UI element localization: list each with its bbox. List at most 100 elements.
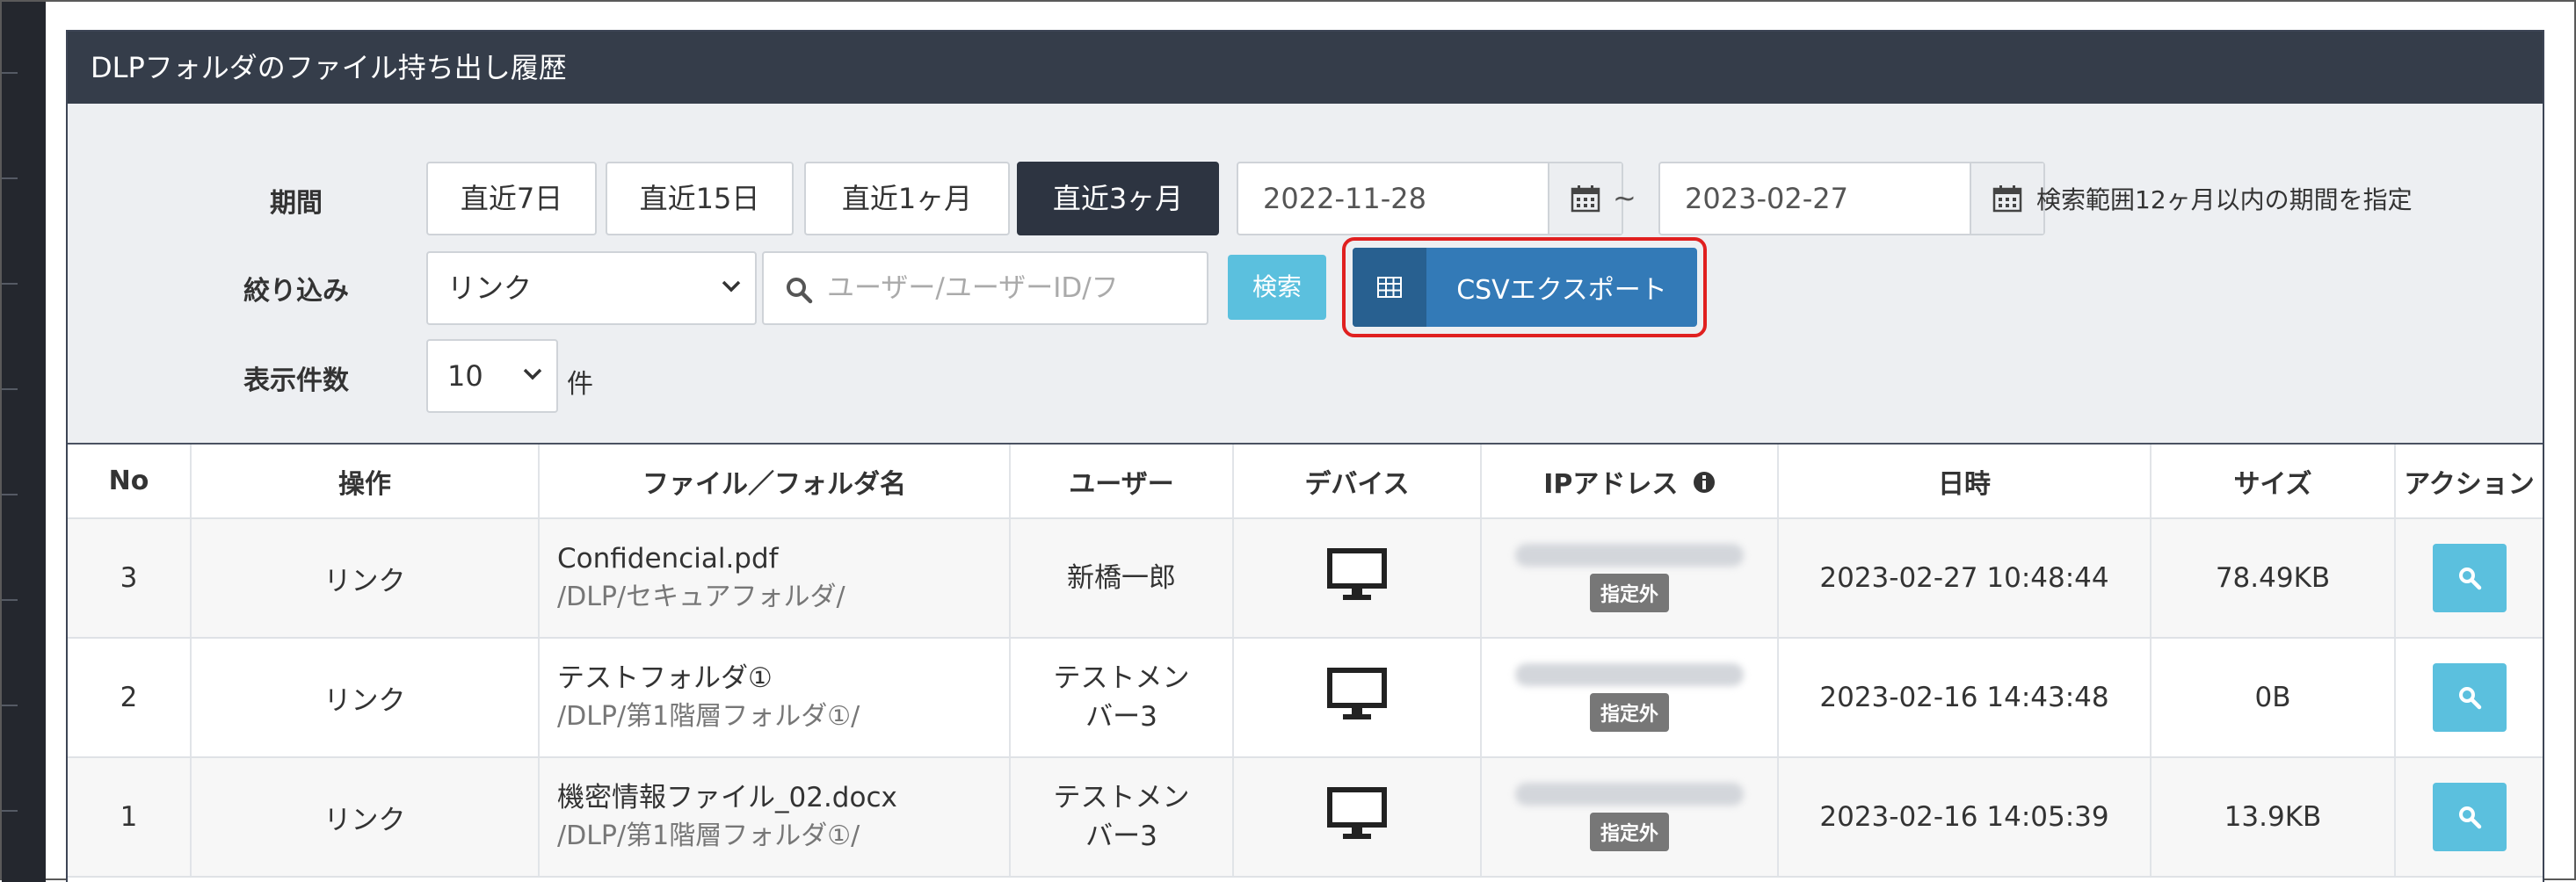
table-header-row: No 操作 ファイル／フォルダ名 ユーザー デバイス IPアドレス 日時 サイズ… [68,445,2543,519]
detail-search-button[interactable] [2432,663,2507,732]
csv-export-button[interactable]: CSVエクスポート [1353,248,1697,327]
cell-datetime: 2023-02-16 14:43:48 [1778,638,2152,758]
cell-datetime: 2023-02-16 14:05:39 [1778,757,2152,878]
operation-select[interactable]: リンク [426,251,757,325]
sidebar-tick [2,705,18,706]
cell-operation: リンク [191,638,540,758]
file-name: 機密情報ファイル_02.docx [557,782,897,813]
period-label: 期間 [270,188,323,219]
col-header-operation: 操作 [191,445,540,519]
col-header-size: サイズ [2151,445,2396,519]
cell-operation: リンク [191,518,540,639]
history-table: No 操作 ファイル／フォルダ名 ユーザー デバイス IPアドレス 日時 サイズ… [68,445,2543,878]
cell-ip: 指定外 [1481,757,1779,878]
cell-size: 13.9KB [2151,757,2396,878]
search-button[interactable]: 検索 [1228,255,1326,320]
monitor-icon [1325,787,1389,849]
ip-status-badge: 指定外 [1589,693,1669,732]
table-row: 2 リンク テストフォルダ① /DLP/第1階層フォルダ①/ テストメン バー3 [68,638,2543,758]
table-icon [1353,248,1426,327]
cell-user: 新橋一郎 [1010,518,1234,639]
cell-no: 2 [68,638,192,758]
col-header-no: No [68,445,192,519]
operation-select-value: リンク [447,271,533,305]
file-path: /DLP/第1階層フォルダ①/ [557,821,860,851]
cell-ip: 指定外 [1481,518,1779,639]
col-header-ip: IPアドレス [1481,445,1779,519]
sidebar-tick [2,494,18,495]
col-header-action: アクション [2395,445,2543,519]
monitor-icon [1325,548,1389,610]
col-header-user: ユーザー [1010,445,1234,519]
date-to-field[interactable]: 2023-02-27 [1658,162,2045,235]
filter-area: 期間 絞り込み 表示件数 直近7日 直近15日 直近1ヶ月 直近3ヶ月 2022… [68,104,2543,445]
cell-device [1233,757,1482,878]
search-icon [785,276,813,307]
export-history-panel: DLPフォルダのファイル持ち出し履歴 期間 絞り込み 表示件数 直近7日 直近1… [66,30,2544,882]
calendar-icon[interactable] [1970,163,2043,234]
col-header-datetime: 日時 [1778,445,2152,519]
period-15d-button[interactable]: 直近15日 [606,162,794,235]
file-name: Confidencial.pdf [557,543,779,575]
file-path: /DLP/セキュアフォルダ/ [557,582,845,612]
table-row: 3 リンク Confidencial.pdf /DLP/セキュアフォルダ/ 新橋… [68,518,2543,639]
count-unit: 件 [567,369,593,400]
range-note: 検索範囲12ヶ月以内の期間を指定 [2036,185,2413,214]
count-select[interactable]: 10 [426,339,558,413]
cell-datetime: 2023-02-27 10:48:44 [1778,518,2152,639]
info-icon[interactable] [1693,470,1716,501]
cell-file: 機密情報ファイル_02.docx /DLP/第1階層フォルダ①/ [539,757,1011,878]
search-text-field[interactable] [827,262,1196,314]
cell-action [2395,638,2543,758]
cell-size: 78.49KB [2151,518,2396,639]
chevron-down-icon [523,367,542,385]
count-label: 表示件数 [243,365,349,396]
cell-ip: 指定外 [1481,638,1779,758]
calendar-icon[interactable] [1548,163,1622,234]
cell-file: Confidencial.pdf /DLP/セキュアフォルダ/ [539,518,1011,639]
cell-file: テストフォルダ① /DLP/第1階層フォルダ①/ [539,638,1011,758]
user-name-line1: テストメン [1053,782,1190,813]
csv-export-label: CSVエクスポート [1456,275,1667,306]
sidebar-tick [2,599,18,601]
detail-search-button[interactable] [2432,783,2507,851]
user-name-line1: 新橋一郎 [1067,562,1176,594]
sidebar-tick [2,283,18,285]
ip-address-blurred [1515,544,1744,567]
period-1m-button[interactable]: 直近1ヶ月 [804,162,1010,235]
file-name: テストフォルダ① [557,662,773,694]
count-select-value: 10 [447,359,483,393]
cell-size: 0B [2151,638,2396,758]
sidebar-tick [2,177,18,179]
sidebar-tick [2,72,18,74]
cell-operation: リンク [191,757,540,878]
monitor-icon [1325,668,1389,729]
screenshot-frame: DLPフォルダのファイル持ち出し履歴 期間 絞り込み 表示件数 直近7日 直近1… [0,0,2576,882]
user-name-line1: テストメン [1053,662,1190,694]
cell-no: 1 [68,757,192,878]
sidebar-tick [2,388,18,390]
cell-action [2395,518,2543,639]
cell-no: 3 [68,518,192,639]
ip-status-badge: 指定外 [1589,813,1669,851]
left-sidebar [2,2,46,882]
search-input[interactable] [762,251,1208,325]
table-row: 1 リンク 機密情報ファイル_02.docx /DLP/第1階層フォルダ①/ テ… [68,757,2543,878]
col-header-file: ファイル／フォルダ名 [539,445,1011,519]
cell-device [1233,518,1482,639]
cell-user: テストメン バー3 [1010,638,1234,758]
file-path: /DLP/第1階層フォルダ①/ [557,701,860,732]
period-3m-button[interactable]: 直近3ヶ月 [1017,162,1219,235]
cell-user: テストメン バー3 [1010,757,1234,878]
date-from-value: 2022-11-28 [1263,182,1426,215]
user-name-line2: バー3 [1085,701,1157,733]
period-7d-button[interactable]: 直近7日 [426,162,597,235]
cell-action [2395,757,2543,878]
ip-status-badge: 指定外 [1589,574,1669,612]
cell-device [1233,638,1482,758]
detail-search-button[interactable] [2432,544,2507,612]
narrow-label: 絞り込み [243,276,349,307]
date-from-field[interactable]: 2022-11-28 [1237,162,1623,235]
panel-title: DLPフォルダのファイル持ち出し履歴 [68,32,2543,104]
sidebar-tick [2,810,18,812]
